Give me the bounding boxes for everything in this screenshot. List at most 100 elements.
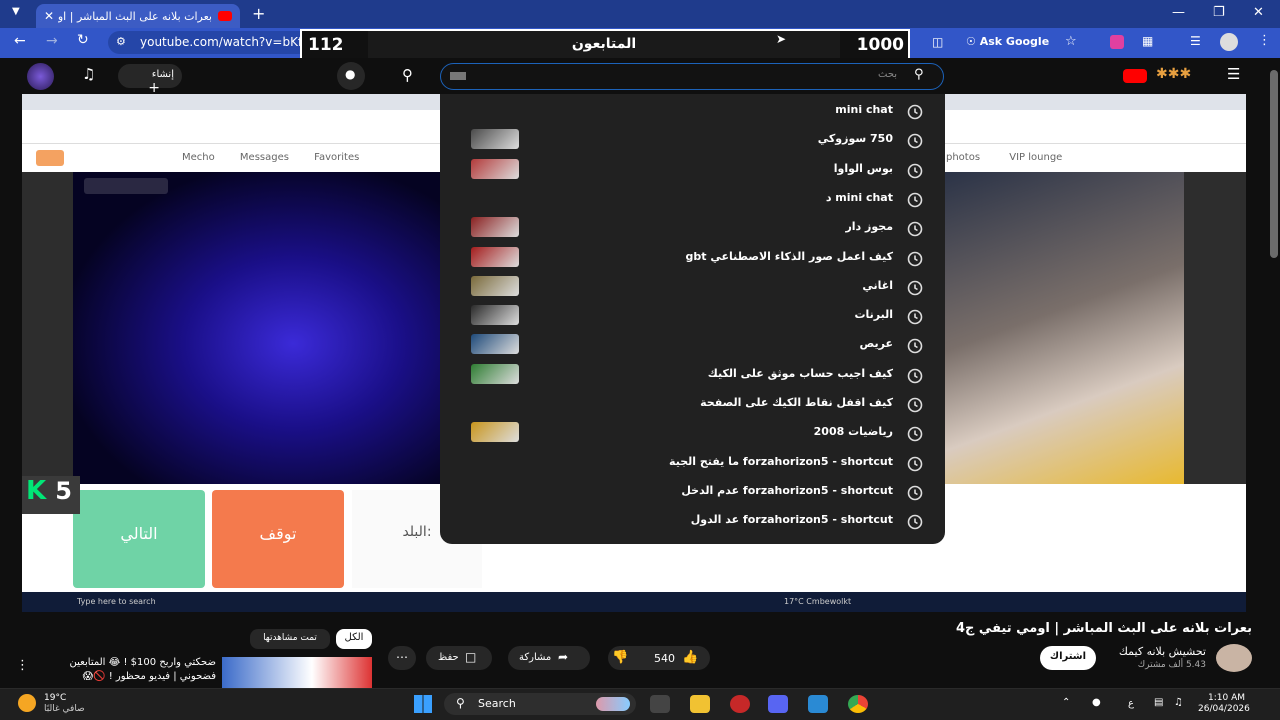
file-explorer-icon[interactable] xyxy=(690,695,710,713)
history-clock-icon xyxy=(906,162,924,180)
history-clock-icon xyxy=(906,337,924,355)
suggestion-thumbnail[interactable] xyxy=(471,275,519,296)
search-inside-icon: ⚲ xyxy=(914,67,924,82)
cast-icon[interactable]: ◫ xyxy=(932,35,943,49)
filter-chip-all[interactable]: الكل xyxy=(336,629,372,649)
search-suggestion-item[interactable]: رياضيات 2008 xyxy=(440,419,945,448)
search-placeholder: بحث xyxy=(878,69,898,80)
suggestion-thumbnail[interactable] xyxy=(471,305,519,326)
kick-badge: K 5 xyxy=(22,476,80,514)
app-ladybug-icon[interactable] xyxy=(730,695,750,713)
search-suggestion-item[interactable]: مجوز دار xyxy=(440,214,945,243)
rec-more-icon[interactable]: ⋮ xyxy=(16,658,29,673)
bookmark-star-icon[interactable]: ☆ xyxy=(1065,34,1077,49)
tray-chevron-icon[interactable]: ⌃ xyxy=(1062,697,1070,708)
history-clock-icon xyxy=(906,484,924,502)
suggestion-thumbnail[interactable] xyxy=(471,334,519,355)
input-language[interactable]: ع xyxy=(1128,698,1134,709)
search-suggestion-item[interactable]: عريص xyxy=(440,331,945,360)
suggestion-thumbnail[interactable] xyxy=(471,422,519,443)
new-tab-button[interactable]: + xyxy=(252,4,265,23)
tab-close-icon[interactable]: ✕ xyxy=(44,9,54,23)
back-icon[interactable]: ← xyxy=(14,33,26,49)
channel-name[interactable]: تحشيش بلانه كيمك xyxy=(1119,645,1206,658)
ask-google-button[interactable]: ☉ Ask Google xyxy=(966,35,1049,48)
reading-list-icon[interactable]: ☰ xyxy=(1190,34,1201,48)
search-suggestion-item[interactable]: كيف اعمل صور الذكاء الاصطناعي gbt xyxy=(440,244,945,273)
like-icon[interactable]: 👍 xyxy=(682,650,698,665)
windows-start-icon[interactable] xyxy=(414,695,432,713)
clock-date[interactable]: 26/04/2026 xyxy=(1198,704,1250,714)
suggestion-thumbnail[interactable] xyxy=(471,217,519,238)
subscribe-button[interactable]: اشتراك xyxy=(1040,646,1096,670)
like-count[interactable]: 540 xyxy=(654,652,675,665)
recommended-video-thumbnail[interactable] xyxy=(222,657,372,688)
save-button[interactable] xyxy=(426,646,492,670)
inner-windows-taskbar xyxy=(22,592,1246,612)
search-suggestion-item[interactable]: forzahorizon5 - shortcut ما يفتح الجية xyxy=(440,449,945,478)
task-view-icon[interactable] xyxy=(650,695,670,713)
clock-time[interactable]: 1:10 AM xyxy=(1208,693,1245,703)
ask-google-label: Ask Google xyxy=(979,35,1050,48)
youtube-search-input[interactable] xyxy=(440,63,944,90)
search-suggestion-item[interactable]: كيف اقفل نقاط الكيك على الصفحة xyxy=(440,390,945,419)
weather-sun-icon[interactable] xyxy=(18,694,36,712)
dislike-icon[interactable]: 👎 xyxy=(612,650,628,665)
outlook-icon[interactable] xyxy=(808,695,828,713)
suggestion-label: forzahorizon5 - shortcut عدم الدخل xyxy=(681,483,893,497)
maximize-icon[interactable]: ❐ xyxy=(1213,5,1225,20)
microphone-tray-icon[interactable]: ● xyxy=(1092,697,1101,708)
history-clock-icon xyxy=(906,132,924,150)
reload-icon[interactable]: ↻ xyxy=(77,32,89,48)
search-suggestion-item[interactable]: 750 سوزوكي xyxy=(440,126,945,155)
chrome-icon[interactable] xyxy=(848,695,868,713)
suggestion-label: البرنات xyxy=(854,308,893,322)
inner-taskbar-weather: 17°C Cmbewolkt xyxy=(784,597,852,606)
extension-pink-icon[interactable] xyxy=(1110,35,1124,49)
overlay-followers-label: المتابعون xyxy=(368,31,840,60)
suggestion-thumbnail[interactable] xyxy=(471,158,519,179)
filter-chip-watched[interactable]: تمت مشاهدتها xyxy=(250,629,330,649)
create-button[interactable]: إنشاء + xyxy=(118,64,182,96)
tab-list-chevron-icon[interactable]: ▼ xyxy=(12,6,20,17)
scrollbar-thumb[interactable] xyxy=(1270,70,1278,258)
history-clock-icon xyxy=(906,103,924,121)
youtube-logo-icon[interactable] xyxy=(1123,69,1147,83)
suggestion-thumbnail[interactable] xyxy=(471,129,519,150)
browser-menu-icon[interactable]: ⋮ xyxy=(1258,33,1271,48)
search-suggestion-item[interactable]: كيف اجيب حساب موثق على الكيك xyxy=(440,361,945,390)
volume-icon[interactable]: ♫ xyxy=(1174,697,1183,708)
overlay-left-count: 112 xyxy=(302,31,368,60)
taskbar-search-icon: ⚲ xyxy=(456,696,465,710)
suggestion-thumbnail[interactable] xyxy=(471,363,519,384)
suggestion-label: رياضيات 2008 xyxy=(813,425,893,439)
search-suggestion-item[interactable]: mini chat xyxy=(440,97,945,126)
profile-avatar-icon[interactable] xyxy=(1220,33,1238,51)
window-close-icon[interactable]: ✕ xyxy=(1253,5,1264,20)
stop-button[interactable]: توقف xyxy=(212,490,344,588)
channel-avatar-icon[interactable] xyxy=(27,63,54,90)
search-suggestion-item[interactable]: forzahorizon5 - shortcut عدم الدخل xyxy=(440,478,945,507)
network-icon[interactable]: ▤ xyxy=(1154,697,1163,708)
recommended-video-title[interactable]: ضحكتي واربح 100$ ! 😂 المتابعين فضحوني | … xyxy=(70,656,216,684)
search-suggestion-item[interactable]: اغاني xyxy=(440,273,945,302)
more-actions-button[interactable]: ⋯ xyxy=(388,646,416,670)
search-suggestion-item[interactable]: mini chat د xyxy=(440,185,945,214)
forward-icon[interactable]: → xyxy=(46,33,58,49)
mouse-cursor-icon: ➤ xyxy=(776,32,787,46)
minimize-icon[interactable]: — xyxy=(1172,5,1185,20)
extensions-puzzle-icon[interactable]: ▦ xyxy=(1142,34,1153,48)
history-clock-icon xyxy=(906,308,924,326)
search-suggestion-item[interactable]: بوس الواوا xyxy=(440,156,945,185)
search-submit-icon[interactable]: ⚲ xyxy=(402,66,413,84)
discord-icon[interactable] xyxy=(768,695,788,713)
guide-menu-icon[interactable]: ☰ xyxy=(1227,65,1240,83)
next-button[interactable]: التالي xyxy=(73,490,205,588)
suggestion-thumbnail[interactable] xyxy=(471,246,519,267)
search-suggestion-item[interactable]: البرنات xyxy=(440,302,945,331)
site-info-icon[interactable]: ⚙ xyxy=(116,35,126,48)
search-suggestion-item[interactable]: forzahorizon5 - shortcut عد الدول xyxy=(440,507,945,536)
notifications-bell-icon[interactable]: ♫ xyxy=(82,65,95,83)
tab-youtube-video[interactable]: بعرات بلانه على البث المباشر | او ✕ xyxy=(36,4,240,28)
channel-avatar[interactable] xyxy=(1216,644,1252,672)
